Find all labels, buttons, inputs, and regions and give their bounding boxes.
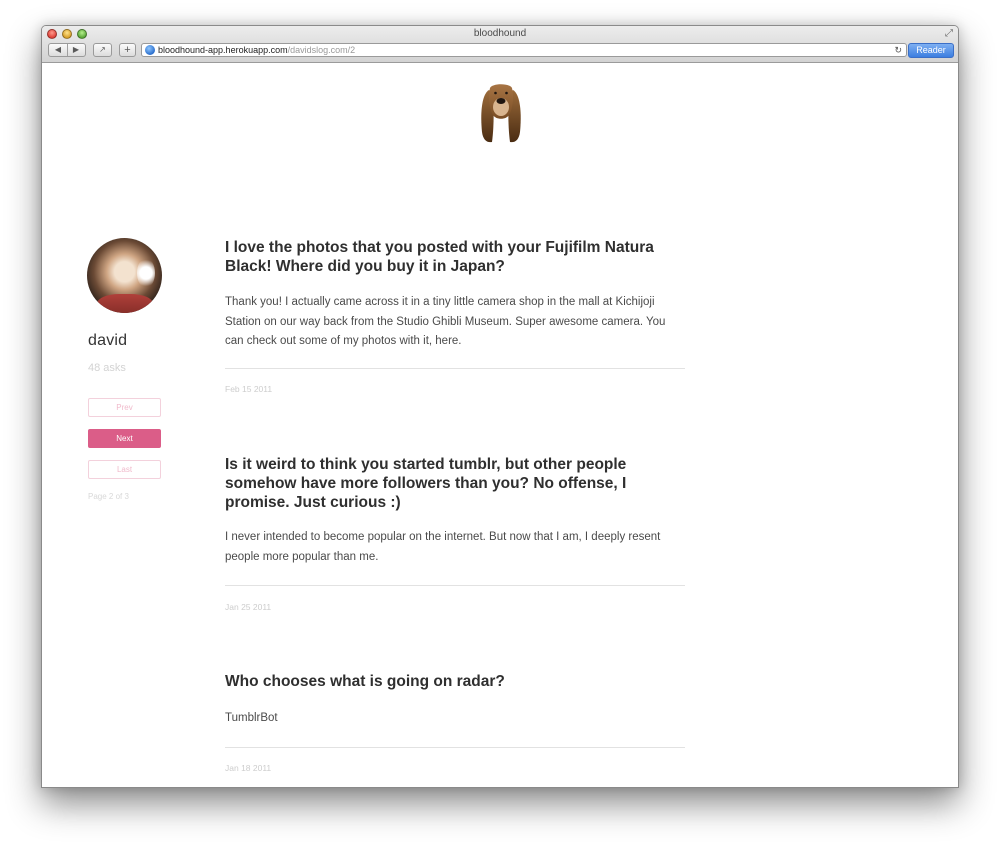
fullscreen-icon[interactable]: ⤢ [945, 28, 953, 39]
ask-count: 48 asks [88, 362, 126, 374]
reload-icon[interactable]: ↻ [894, 44, 902, 57]
post-answer: TumblrBot [225, 712, 278, 724]
ask-post: Is it weird to think you started tumblr,… [225, 455, 685, 612]
post-divider [225, 585, 685, 586]
page-indicator: Page 2 of 3 [88, 492, 129, 501]
post-date[interactable]: Feb 15 2011 [225, 384, 272, 394]
window-title: bloodhound [473, 28, 527, 39]
post-date[interactable]: Jan 18 2011 [225, 763, 271, 773]
bloodhound-logo-icon[interactable] [480, 82, 522, 144]
address-bar[interactable]: bloodhound-app.herokuapp.com/davidslog.c… [141, 43, 907, 57]
avatar-light [137, 258, 155, 288]
ask-post: Who chooses what is going on radar? Tumb… [225, 672, 685, 773]
last-button[interactable]: Last [88, 460, 161, 479]
url-text[interactable]: bloodhound-app.herokuapp.com/davidslog.c… [158, 44, 355, 57]
screen: bloodhound ⤢ ◀ ▶ ↗ + bloodhound-app.herok… [0, 0, 1000, 845]
post-answer: Thank you! I actually came across it in … [225, 296, 666, 347]
reader-button[interactable]: Reader [908, 43, 954, 58]
url-host: bloodhound-app.herokuapp.com [158, 45, 288, 55]
page-content: david 48 asks Prev Next Last Page 2 of 3… [42, 64, 958, 787]
globe-icon [145, 45, 155, 55]
post-question: Who chooses what is going on radar? [225, 673, 505, 690]
post-question: Is it weird to think you started tumblr,… [225, 456, 627, 511]
prev-button[interactable]: Prev [88, 398, 161, 417]
next-button[interactable]: Next [88, 429, 161, 448]
profile-name[interactable]: david [88, 332, 127, 350]
back-forward-group: ◀ ▶ [48, 43, 86, 57]
post-divider [225, 368, 685, 369]
post-question: I love the photos that you posted with y… [225, 239, 654, 275]
ask-post: I love the photos that you posted with y… [225, 238, 685, 394]
share-button[interactable]: ↗ [93, 43, 112, 57]
avatar-shirt [97, 294, 153, 313]
url-path: /davidslog.com/2 [287, 45, 356, 55]
back-button[interactable]: ◀ [50, 44, 67, 56]
avatar[interactable] [87, 238, 162, 313]
browser-window: bloodhound ⤢ ◀ ▶ ↗ + bloodhound-app.herok… [41, 25, 959, 788]
forward-button[interactable]: ▶ [68, 44, 85, 56]
post-date[interactable]: Jan 25 2011 [225, 602, 271, 612]
titlebar: bloodhound ⤢ ◀ ▶ ↗ + bloodhound-app.herok… [42, 26, 958, 63]
add-bookmark-button[interactable]: + [119, 43, 136, 57]
post-answer: I never intended to become popular on th… [225, 531, 661, 563]
post-divider [225, 747, 685, 748]
